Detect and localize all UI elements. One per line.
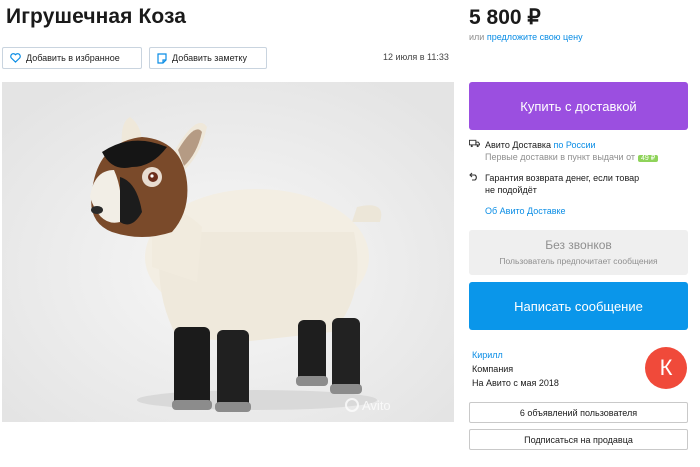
price: 5 800 ₽	[469, 6, 541, 29]
subscribe-seller-button[interactable]: Подписаться на продавца	[469, 429, 688, 450]
heart-icon	[10, 53, 21, 63]
buy-with-delivery-button[interactable]: Купить с доставкой	[469, 82, 688, 130]
no-calls-title: Без звонков	[545, 238, 612, 252]
offer-price-link[interactable]: предложите свою цену	[487, 32, 583, 42]
guarantee-line-1: Гарантия возврата денег, если товар	[485, 173, 640, 183]
listing-photo[interactable]: Avito	[2, 82, 454, 422]
add-note-button[interactable]: Добавить заметку	[149, 47, 267, 69]
truck-icon	[469, 139, 485, 165]
seller-name-link[interactable]: Кирилл	[472, 348, 559, 362]
note-icon	[157, 52, 167, 64]
about-delivery-link[interactable]: Об Авито Доставке	[485, 206, 566, 216]
seller-info: Кирилл Компания На Авито с мая 2018	[472, 348, 559, 390]
note-label: Добавить заметку	[172, 53, 247, 63]
photo-watermark: Avito	[362, 398, 391, 413]
favorite-label: Добавить в избранное	[26, 53, 120, 63]
publish-date: 12 июля в 11:33	[383, 52, 449, 62]
seller-ads-button[interactable]: 6 объявлений пользователя	[469, 402, 688, 423]
delivery-region-link[interactable]: по России	[554, 140, 596, 150]
write-message-button[interactable]: Написать сообщение	[469, 282, 688, 330]
return-icon	[469, 172, 485, 196]
delivery-info: Авито Доставка по России Первые доставки…	[469, 139, 659, 165]
guarantee-line-2: не подойдёт	[485, 185, 537, 195]
guarantee-info: Гарантия возврата денег, если товар не п…	[469, 172, 689, 196]
delivery-title: Авито Доставка	[485, 140, 551, 150]
offer-prefix: или	[469, 32, 485, 42]
seller-since: На Авито с мая 2018	[472, 378, 559, 388]
no-calls-panel: Без звонков Пользователь предпочитает со…	[469, 230, 688, 275]
first-delivery-text: Первые доставки в пункт выдачи от	[485, 152, 636, 162]
price-badge: 49 ₽	[638, 155, 659, 162]
add-to-favorites-button[interactable]: Добавить в избранное	[2, 47, 142, 69]
page-title: Игрушечная Коза	[6, 5, 187, 28]
no-calls-subtitle: Пользователь предпочитает сообщения	[499, 256, 658, 266]
avatar[interactable]: К	[645, 347, 687, 389]
price-offer: или предложите свою цену	[469, 32, 583, 42]
seller-type: Компания	[472, 364, 514, 374]
